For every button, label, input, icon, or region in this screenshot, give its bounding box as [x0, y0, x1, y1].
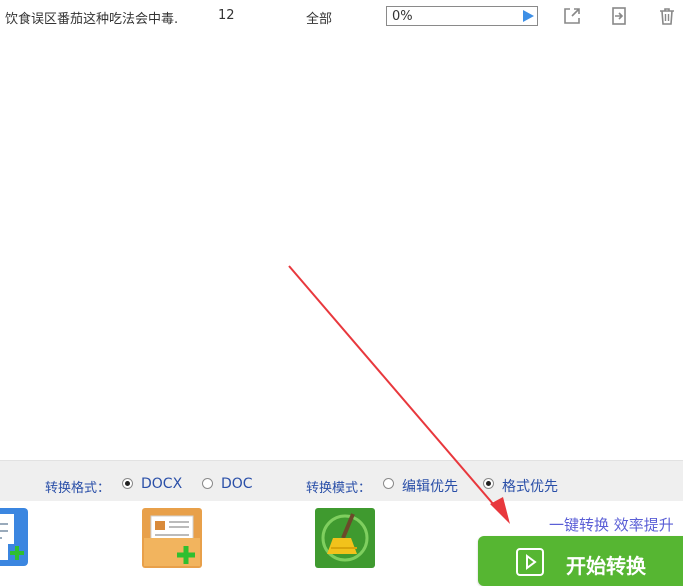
options-bar: 转换格式： DOCX DOC 转换模式： 编辑优先 格式优先 [0, 460, 683, 501]
radio-doc[interactable] [202, 478, 213, 489]
page-count: 12 [218, 8, 235, 23]
add-file-icon[interactable] [0, 508, 30, 568]
start-play-icon [516, 548, 544, 576]
clear-list-icon[interactable] [315, 508, 375, 568]
slogan-text: 一键转换 效率提升 [549, 516, 674, 534]
format-docx-label[interactable]: DOCX [141, 476, 182, 492]
progress-text: 0% [392, 9, 413, 24]
radio-edit-priority[interactable] [383, 478, 394, 489]
mode-label: 转换模式： [306, 481, 372, 496]
page-range[interactable]: 全部 [306, 8, 332, 27]
file-row[interactable]: 饮食误区番茄这种吃法会中毒. 12 全部 0% [0, 0, 683, 34]
mode-edit-priority-label[interactable]: 编辑优先 [402, 476, 458, 496]
radio-docx[interactable] [122, 478, 133, 489]
play-icon[interactable] [523, 10, 534, 22]
trash-icon[interactable] [657, 6, 677, 26]
format-label: 转换格式： [45, 481, 111, 496]
start-convert-button[interactable]: 开始转换 [478, 536, 683, 586]
mode-format-priority-label[interactable]: 格式优先 [502, 476, 558, 496]
format-doc-label[interactable]: DOC [221, 476, 253, 492]
conversion-progress-bar: 0% [386, 6, 538, 26]
radio-format-priority[interactable] [483, 478, 494, 489]
file-name: 饮食误区番茄这种吃法会中毒. [5, 12, 179, 27]
export-icon[interactable] [609, 6, 629, 26]
add-folder-icon[interactable] [142, 508, 202, 568]
open-external-icon[interactable] [562, 6, 582, 26]
